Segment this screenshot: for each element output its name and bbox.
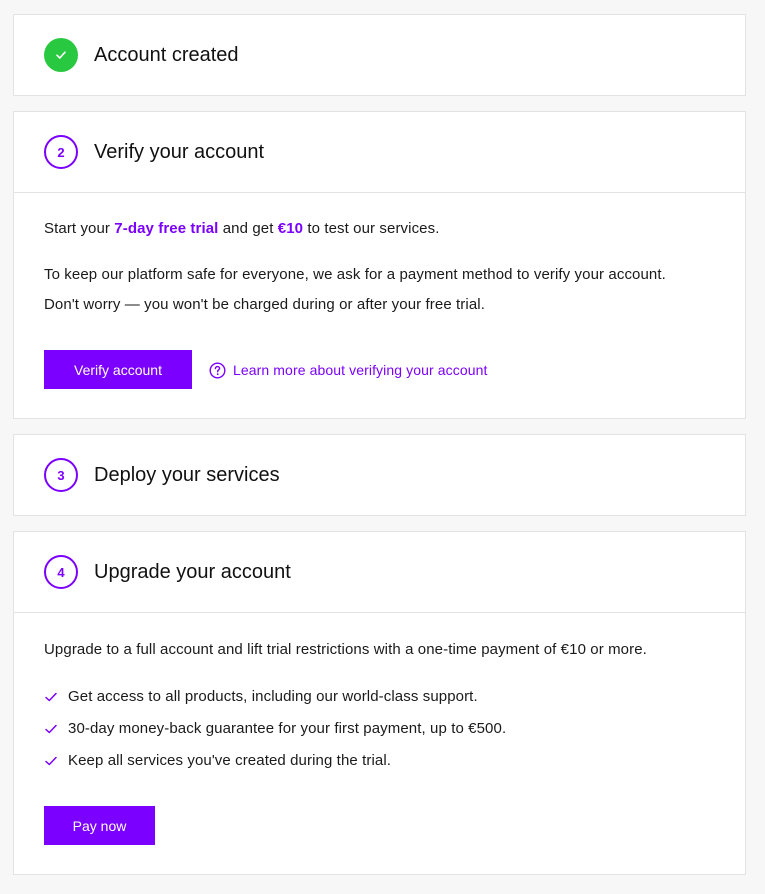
step-number-badge: 3 — [44, 458, 78, 492]
learn-more-verify-link[interactable]: Learn more about verifying your account — [209, 360, 488, 380]
question-circle-icon — [209, 361, 226, 379]
step-account-created-title: Account created — [94, 43, 239, 66]
step-upgrade-title: Upgrade your account — [94, 560, 291, 583]
pay-now-button[interactable]: Pay now — [44, 806, 155, 845]
step-account-created-card: Account created — [13, 14, 746, 96]
check-icon — [44, 38, 78, 72]
step-verify-header[interactable]: 2 Verify your account — [14, 112, 745, 192]
benefit-item: Get access to all products, including ou… — [44, 687, 478, 707]
trial-highlight: 7-day free trial — [114, 220, 219, 237]
learn-more-verify-label: Learn more about verifying your account — [233, 362, 488, 378]
checkmark-icon — [45, 756, 57, 766]
step-verify-card: 2 Verify your account Start your 7-day f… — [13, 111, 746, 419]
step-upgrade-card: 4 Upgrade your account Upgrade to a full… — [13, 531, 746, 875]
verify-explanation-line-2: Don't worry — you won't be charged durin… — [44, 296, 485, 313]
trial-intro-text: Start your 7-day free trial and get €10 … — [44, 220, 440, 237]
credit-highlight: €10 — [277, 220, 304, 237]
step-upgrade-body: Upgrade to a full account and lift trial… — [14, 612, 745, 874]
step-deploy-header[interactable]: 3 Deploy your services — [14, 435, 745, 515]
checkmark-icon — [45, 724, 57, 734]
benefit-item: Keep all services you've created during … — [44, 751, 391, 771]
step-deploy-card[interactable]: 3 Deploy your services — [13, 434, 746, 516]
verify-account-button[interactable]: Verify account — [44, 350, 192, 389]
checkmark-icon — [45, 692, 57, 702]
step-upgrade-header[interactable]: 4 Upgrade your account — [14, 532, 745, 612]
step-number-badge: 2 — [44, 135, 78, 169]
verify-explanation-line-1: To keep our platform safe for everyone, … — [44, 266, 666, 283]
step-deploy-title: Deploy your services — [94, 463, 280, 486]
benefit-item: 30-day money-back guarantee for your fir… — [44, 719, 506, 739]
step-account-created-header: Account created — [14, 15, 745, 95]
step-verify-body: Start your 7-day free trial and get €10 … — [14, 192, 745, 418]
step-number-badge: 4 — [44, 555, 78, 589]
step-verify-title: Verify your account — [94, 140, 265, 163]
upgrade-intro-text: Upgrade to a full account and lift trial… — [44, 641, 647, 658]
